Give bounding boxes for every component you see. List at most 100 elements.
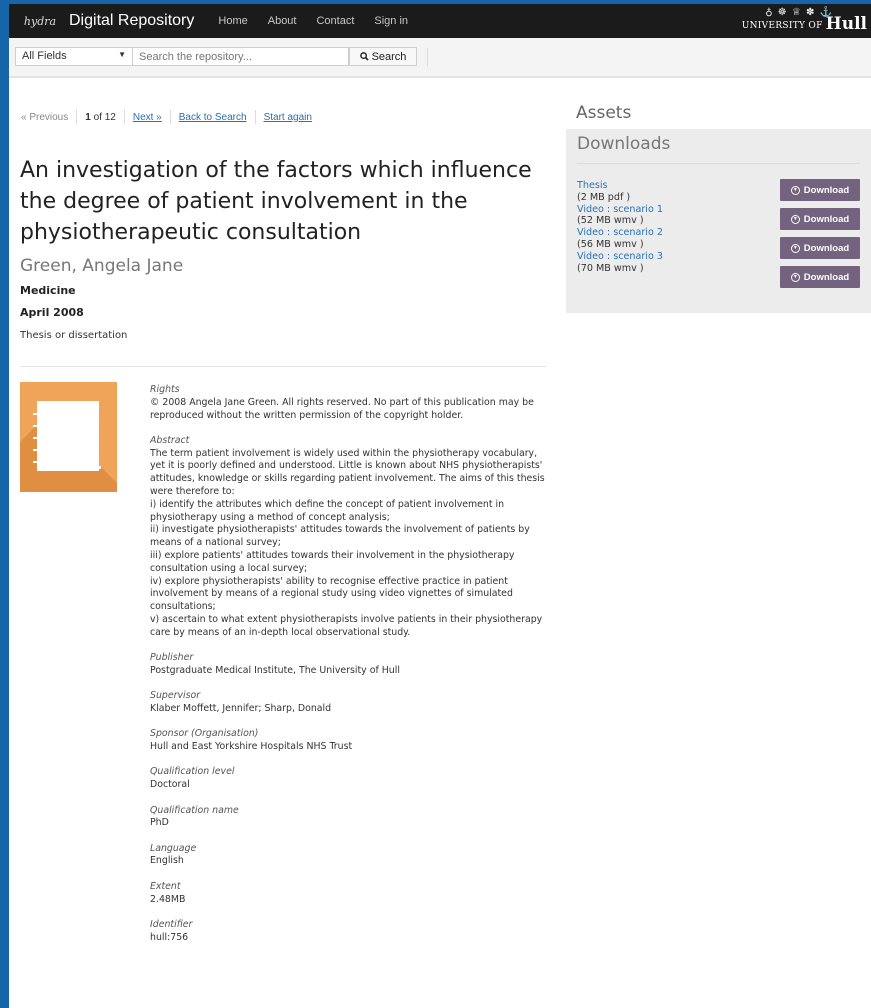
metadata-value: 2.48MB bbox=[150, 893, 186, 905]
section-divider bbox=[20, 366, 546, 367]
book-ring bbox=[33, 461, 40, 463]
metadata-value: Hull and East Yorkshire Hospitals NHS Tr… bbox=[150, 741, 353, 753]
download-icon: ▼ bbox=[790, 272, 800, 282]
nav-contact-link[interactable]: Contact bbox=[316, 15, 354, 27]
metadata-label: Supervisor bbox=[150, 690, 201, 702]
file-list: Thesis (2 MB pdf ) Video : scenario 1 (5… bbox=[577, 180, 663, 274]
divider bbox=[577, 163, 860, 164]
file-link-video-3[interactable]: Video : scenario 3 bbox=[577, 251, 663, 263]
metadata-label: Identifier bbox=[150, 918, 193, 930]
metadata-value: Klaber Moffett, Jennifer; Sharp, Donald bbox=[150, 703, 332, 715]
start-again-link[interactable]: Start again bbox=[264, 112, 312, 123]
nav-signin-link[interactable]: Sign in bbox=[374, 15, 408, 27]
metadata-label: Qualification level bbox=[150, 766, 235, 778]
metadata-extent: Extent 2.48MB bbox=[150, 881, 545, 907]
nav-about-link[interactable]: About bbox=[268, 15, 297, 27]
file-size: (52 MB wmv ) bbox=[577, 215, 644, 227]
metadata-abstract: Abstract The term patient involvement is… bbox=[150, 435, 545, 640]
record-title: An investigation of the factors which in… bbox=[20, 158, 532, 245]
result-total: of 12 bbox=[93, 111, 116, 123]
hydra-logo[interactable]: hydra bbox=[23, 10, 57, 32]
university-logo[interactable]: ♁ ☸ ♕ ✽ ⚓ UNIVERSITY OF Hull bbox=[742, 4, 871, 38]
divider bbox=[123, 110, 125, 124]
metadata-label: Publisher bbox=[150, 652, 194, 664]
previous-link: « Previous bbox=[21, 111, 69, 123]
record-metadata: Rights © 2008 Angela Jane Green. All rig… bbox=[150, 384, 545, 957]
record-department: Medicine bbox=[20, 284, 76, 297]
window-frame-left bbox=[0, 0, 9, 1008]
file-link-thesis[interactable]: Thesis bbox=[577, 180, 663, 192]
downloads-panel: Downloads Thesis (2 MB pdf ) Video : sce… bbox=[566, 129, 871, 313]
metadata-value: Postgraduate Medical Institute, The Univ… bbox=[150, 664, 400, 676]
search-bar: All Fields ▼ Search bbox=[9, 38, 871, 78]
record-type: Thesis or dissertation bbox=[20, 330, 128, 341]
metadata-value: English bbox=[150, 855, 184, 867]
metadata-value: hull:756 bbox=[150, 931, 189, 943]
next-link[interactable]: Next » bbox=[133, 112, 162, 123]
download-icon: ▼ bbox=[790, 214, 800, 224]
result-position: 1 bbox=[85, 111, 91, 123]
download-label: Download bbox=[803, 271, 850, 283]
metadata-value: PhD bbox=[150, 817, 169, 829]
download-icon: ▼ bbox=[790, 243, 800, 253]
downloads-heading: Downloads bbox=[577, 134, 671, 154]
download-label: Download bbox=[803, 213, 850, 225]
metadata-label: Sponsor (Organisation) bbox=[150, 728, 259, 740]
metadata-label: Qualification name bbox=[150, 804, 239, 816]
university-crest-icon: ♁ ☸ ♕ ✽ ⚓ bbox=[765, 7, 833, 18]
result-counter: 1 of 12 bbox=[85, 112, 116, 123]
assets-heading: Assets bbox=[576, 103, 632, 123]
file-size: (56 MB wmv ) bbox=[577, 238, 644, 250]
divider bbox=[76, 110, 78, 124]
thesis-thumbnail-icon bbox=[20, 382, 117, 492]
record-author: Green, Angela Jane bbox=[20, 256, 184, 276]
metadata-identifier: Identifier hull:756 bbox=[150, 919, 545, 945]
book-base bbox=[45, 466, 101, 469]
search-input[interactable] bbox=[133, 47, 349, 66]
metadata-value: The term patient involvement is widely u… bbox=[150, 447, 545, 638]
search-icon bbox=[359, 52, 369, 61]
download-button-thesis[interactable]: ▼ Download bbox=[780, 179, 860, 201]
back-to-search-link[interactable]: Back to Search bbox=[179, 112, 247, 123]
metadata-label: Abstract bbox=[150, 434, 190, 446]
metadata-rights: Rights © 2008 Angela Jane Green. All rig… bbox=[150, 384, 545, 422]
metadata-qualification-name: Qualification name PhD bbox=[150, 805, 545, 831]
metadata-publisher: Publisher Postgraduate Medical Institute… bbox=[150, 652, 545, 678]
metadata-supervisor: Supervisor Klaber Moffett, Jennifer; Sha… bbox=[150, 690, 545, 716]
search-button[interactable]: Search bbox=[349, 47, 417, 66]
metadata-label: Language bbox=[150, 842, 197, 854]
book-ring bbox=[33, 413, 40, 415]
file-size: (2 MB pdf ) bbox=[577, 191, 631, 203]
nav-home-link[interactable]: Home bbox=[218, 15, 247, 27]
search-field-select[interactable]: All Fields ▼ bbox=[15, 47, 133, 66]
brand-link[interactable]: Digital Repository bbox=[69, 12, 194, 30]
result-pagination: « Previous 1 of 12 Next » Back to Search… bbox=[21, 110, 312, 124]
university-prefix: UNIVERSITY OF bbox=[741, 21, 823, 31]
download-label: Download bbox=[803, 184, 850, 196]
download-button-video-2[interactable]: ▼ Download bbox=[780, 237, 860, 259]
metadata-value: © 2008 Angela Jane Green. All rights res… bbox=[150, 396, 534, 421]
metadata-qualification-level: Qualification level Doctoral bbox=[150, 766, 545, 792]
metadata-sponsor: Sponsor (Organisation) Hull and East Yor… bbox=[150, 728, 545, 754]
book-icon bbox=[33, 401, 99, 471]
book-ring bbox=[33, 449, 40, 451]
book-ring bbox=[33, 425, 40, 427]
metadata-value: Doctoral bbox=[150, 779, 190, 791]
file-link-video-1[interactable]: Video : scenario 1 bbox=[577, 204, 663, 216]
download-icon: ▼ bbox=[790, 185, 800, 195]
download-button-video-1[interactable]: ▼ Download bbox=[780, 208, 860, 230]
book-ring bbox=[33, 437, 40, 439]
top-navbar: hydra Digital Repository Home About Cont… bbox=[9, 4, 871, 38]
search-button-label: Search bbox=[371, 50, 407, 63]
divider bbox=[254, 110, 256, 124]
toolbar-divider bbox=[427, 48, 428, 66]
file-size: (70 MB wmv ) bbox=[577, 262, 644, 274]
record-date: April 2008 bbox=[20, 306, 84, 319]
download-label: Download bbox=[803, 242, 850, 254]
file-link-video-2[interactable]: Video : scenario 2 bbox=[577, 227, 663, 239]
metadata-label: Extent bbox=[150, 880, 181, 892]
metadata-language: Language English bbox=[150, 843, 545, 869]
search-field-value: All Fields bbox=[22, 50, 67, 62]
download-button-video-3[interactable]: ▼ Download bbox=[780, 266, 860, 288]
divider bbox=[169, 110, 171, 124]
